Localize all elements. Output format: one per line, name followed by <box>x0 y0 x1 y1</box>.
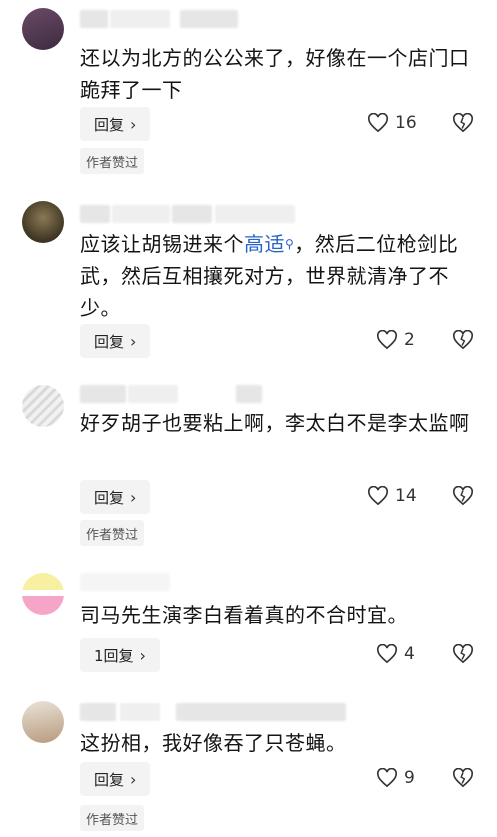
reply-button[interactable]: 1回复 › <box>80 638 160 672</box>
reply-button[interactable]: 回复 › <box>80 480 151 514</box>
dislike-button[interactable] <box>452 113 474 135</box>
heart-icon <box>376 768 398 788</box>
reply-button[interactable]: 回复 › <box>80 762 151 796</box>
heart-icon <box>376 644 398 664</box>
like-button[interactable]: 4 <box>376 644 415 664</box>
author-liked-badge: 作者赞过 <box>80 148 145 174</box>
reply-label: 回复 <box>94 332 125 351</box>
comment-text: 好歹胡子也要粘上啊，李太白不是李太监啊 <box>80 411 470 435</box>
like-count: 16 <box>395 113 417 133</box>
dislike-button[interactable] <box>452 486 474 508</box>
reply-label: 回复 <box>94 488 125 507</box>
like-count: 2 <box>404 330 415 350</box>
author-liked-badge: 作者赞过 <box>80 520 145 546</box>
chevron-right-icon: › <box>130 487 137 507</box>
like-button[interactable]: 9 <box>376 768 415 788</box>
heart-icon <box>367 486 389 506</box>
chevron-right-icon: › <box>130 114 137 134</box>
like-button[interactable]: 16 <box>367 113 417 133</box>
like-button[interactable]: 14 <box>367 486 417 506</box>
avatar[interactable] <box>22 201 64 243</box>
chevron-right-icon: › <box>130 331 137 351</box>
dislike-button[interactable] <box>452 768 474 790</box>
mention-link[interactable]: 高适⚲ <box>244 232 294 256</box>
heart-icon <box>376 330 398 350</box>
like-count: 14 <box>395 486 417 506</box>
comment-text-part: 应该让胡锡进来个 <box>80 232 244 256</box>
heart-broken-icon <box>452 113 474 133</box>
reply-button[interactable]: 回复 › <box>80 324 151 358</box>
chevron-right-icon: › <box>139 645 146 665</box>
comment-text: 这扮相，我好像吞了只苍蝇。 <box>80 731 347 755</box>
avatar[interactable] <box>22 8 64 50</box>
comment-text: 还以为北方的公公来了，好像在一个店门口跪拜了一下 <box>80 46 470 102</box>
reply-label: 回复 <box>94 115 125 134</box>
reply-label: 回复 <box>94 770 125 789</box>
comment-text: 应该让胡锡进来个高适⚲，然后二位枪剑比武，然后互相攘死对方，世界就清净了不少。 <box>80 228 472 324</box>
dislike-button[interactable] <box>452 644 474 666</box>
chevron-right-icon: › <box>130 769 137 789</box>
heart-icon <box>367 113 389 133</box>
like-count: 4 <box>404 644 415 664</box>
avatar[interactable] <box>22 573 64 615</box>
like-count: 9 <box>404 768 415 788</box>
avatar[interactable] <box>22 385 64 427</box>
comment-text: 司马先生演李白看着真的不合时宜。 <box>80 603 408 627</box>
heart-broken-icon <box>452 330 474 350</box>
dislike-button[interactable] <box>452 330 474 352</box>
reply-button[interactable]: 回复 › <box>80 107 151 141</box>
heart-broken-icon <box>452 768 474 788</box>
heart-broken-icon <box>452 644 474 664</box>
like-button[interactable]: 2 <box>376 330 415 350</box>
heart-broken-icon <box>452 486 474 506</box>
author-liked-badge: 作者赞过 <box>80 805 145 831</box>
reply-label: 1回复 <box>94 646 134 665</box>
avatar[interactable] <box>22 701 64 743</box>
search-icon: ⚲ <box>285 237 295 251</box>
mention-label: 高适 <box>244 232 285 256</box>
